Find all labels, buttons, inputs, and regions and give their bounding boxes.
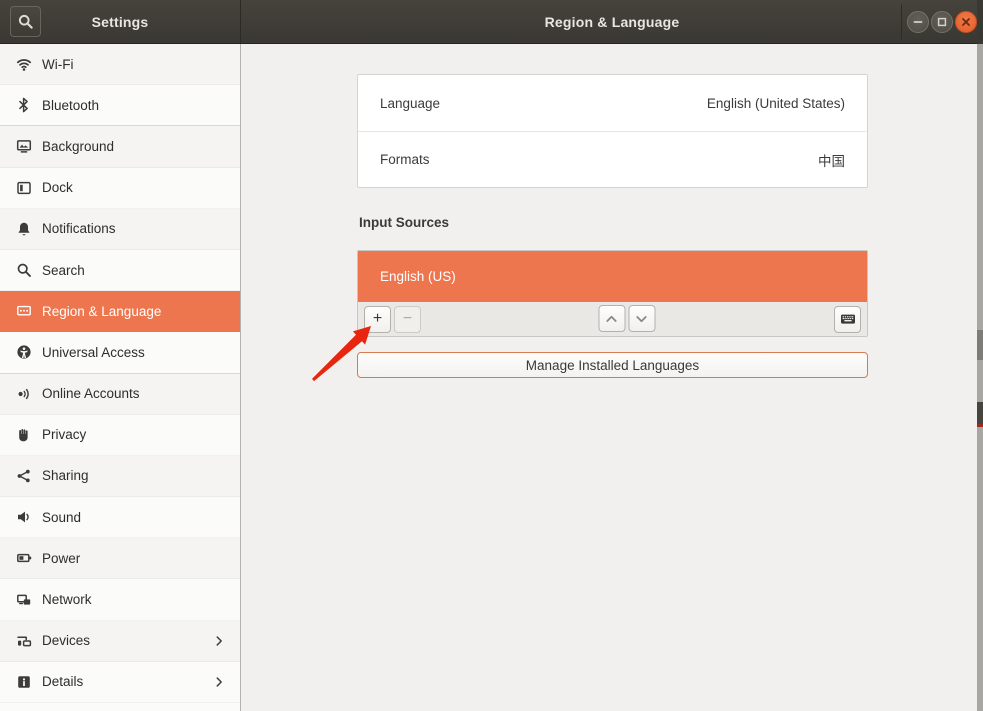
move-up-button[interactable] — [598, 305, 625, 332]
input-source-row-english-us[interactable]: English (US) — [358, 251, 867, 302]
sidebar-item-label: Background — [42, 139, 114, 154]
window-controls — [907, 11, 977, 33]
dock-icon — [16, 180, 32, 196]
page-title: Region & Language — [241, 0, 983, 43]
sidebar-item-network[interactable]: Network — [0, 579, 240, 620]
show-keyboard-layout-button[interactable] — [834, 306, 861, 333]
sidebar-item-notifications[interactable]: Notifications — [0, 209, 240, 250]
minimize-button[interactable] — [907, 11, 929, 33]
sidebar-item-dock[interactable]: Dock — [0, 168, 240, 209]
formats-row[interactable]: Formats 中国 — [358, 131, 867, 187]
access-icon — [16, 344, 32, 360]
background-window-edge — [977, 0, 983, 711]
headerbar-separator — [901, 4, 902, 39]
sidebar-item-label: Network — [42, 592, 92, 607]
chevron-right-icon — [212, 634, 226, 648]
chevron-down-icon — [634, 311, 650, 327]
sidebar-item-label: Devices — [42, 633, 90, 648]
search-icon — [16, 262, 32, 278]
keyboard-icon — [840, 311, 856, 327]
sidebar-item-bluetooth[interactable]: Bluetooth — [0, 85, 240, 126]
language-formats-card: Language English (United States) Formats… — [357, 74, 868, 188]
sidebar-item-label: Sharing — [42, 468, 89, 483]
power-icon — [16, 550, 32, 566]
background-icon — [16, 138, 32, 154]
manage-installed-languages-button[interactable]: Manage Installed Languages — [357, 352, 868, 378]
input-source-name: English (US) — [380, 269, 456, 284]
close-icon — [960, 16, 972, 28]
devices-icon — [16, 633, 32, 649]
sidebar-item-wi-fi[interactable]: Wi-Fi — [0, 44, 240, 85]
privacy-icon — [16, 427, 32, 443]
sidebar-item-background[interactable]: Background — [0, 126, 240, 167]
sidebar-item-sharing[interactable]: Sharing — [0, 456, 240, 497]
maximize-icon — [936, 16, 948, 28]
sharing-icon — [16, 468, 32, 484]
minimize-icon — [912, 16, 924, 28]
language-value: English (United States) — [707, 96, 845, 111]
main-headerbar: Region & Language — [241, 0, 983, 43]
sidebar-item-power[interactable]: Power — [0, 538, 240, 579]
sidebar-headerbar: Settings — [0, 0, 241, 43]
sidebar-item-label: Dock — [42, 180, 73, 195]
region-language-panel: Language English (United States) Formats… — [241, 44, 983, 711]
sidebar-item-devices[interactable]: Devices — [0, 621, 240, 662]
sidebar-item-universal-access[interactable]: Universal Access — [0, 332, 240, 373]
region-icon — [16, 303, 32, 319]
maximize-button[interactable] — [931, 11, 953, 33]
notifications-icon — [16, 221, 32, 237]
remove-input-source-button[interactable]: − — [394, 306, 421, 333]
sidebar-title: Settings — [0, 0, 240, 43]
sidebar-item-label: Details — [42, 674, 83, 689]
sidebar-item-label: Search — [42, 263, 85, 278]
settings-sidebar: Wi-Fi Bluetooth Background Dock Notifica… — [0, 44, 241, 711]
sidebar-item-sound[interactable]: Sound — [0, 497, 240, 538]
sidebar-item-label: Region & Language — [42, 304, 161, 319]
formats-value: 中国 — [818, 150, 845, 170]
chevron-right-icon — [212, 675, 226, 689]
details-icon — [16, 674, 32, 690]
network-icon — [16, 592, 32, 608]
sound-icon — [16, 509, 32, 525]
sidebar-item-online-accounts[interactable]: Online Accounts — [0, 374, 240, 415]
input-sources-heading: Input Sources — [359, 214, 449, 232]
language-label: Language — [380, 96, 440, 111]
sidebar-item-label: Online Accounts — [42, 386, 140, 401]
move-down-button[interactable] — [628, 305, 655, 332]
wifi-icon — [16, 56, 32, 72]
sidebar-item-label: Universal Access — [42, 345, 145, 360]
formats-label: Formats — [380, 152, 430, 167]
language-row[interactable]: Language English (United States) — [358, 75, 867, 131]
titlebar: Settings Region & Language — [0, 0, 983, 44]
sidebar-item-label: Notifications — [42, 221, 116, 236]
sidebar-item-search[interactable]: Search — [0, 250, 240, 291]
settings-window: Settings Region & Language Wi-Fi — [0, 0, 983, 711]
sidebar-item-label: Privacy — [42, 427, 86, 442]
chevron-up-icon — [604, 311, 620, 327]
sidebar-item-details[interactable]: Details — [0, 662, 240, 703]
close-button[interactable] — [955, 11, 977, 33]
reorder-buttons — [598, 305, 655, 332]
input-sources-card: English (US) + − — [357, 250, 868, 337]
bluetooth-icon — [16, 97, 32, 113]
sidebar-item-label: Power — [42, 551, 80, 566]
sidebar-item-label: Sound — [42, 510, 81, 525]
input-sources-toolbar: + − — [358, 302, 867, 336]
sidebar-item-label: Bluetooth — [42, 98, 99, 113]
sidebar-item-region-language[interactable]: Region & Language — [0, 291, 240, 332]
online-icon — [16, 386, 32, 402]
sidebar-item-label: Wi-Fi — [42, 57, 73, 72]
sidebar-item-privacy[interactable]: Privacy — [0, 415, 240, 456]
add-input-source-button[interactable]: + — [364, 306, 391, 333]
